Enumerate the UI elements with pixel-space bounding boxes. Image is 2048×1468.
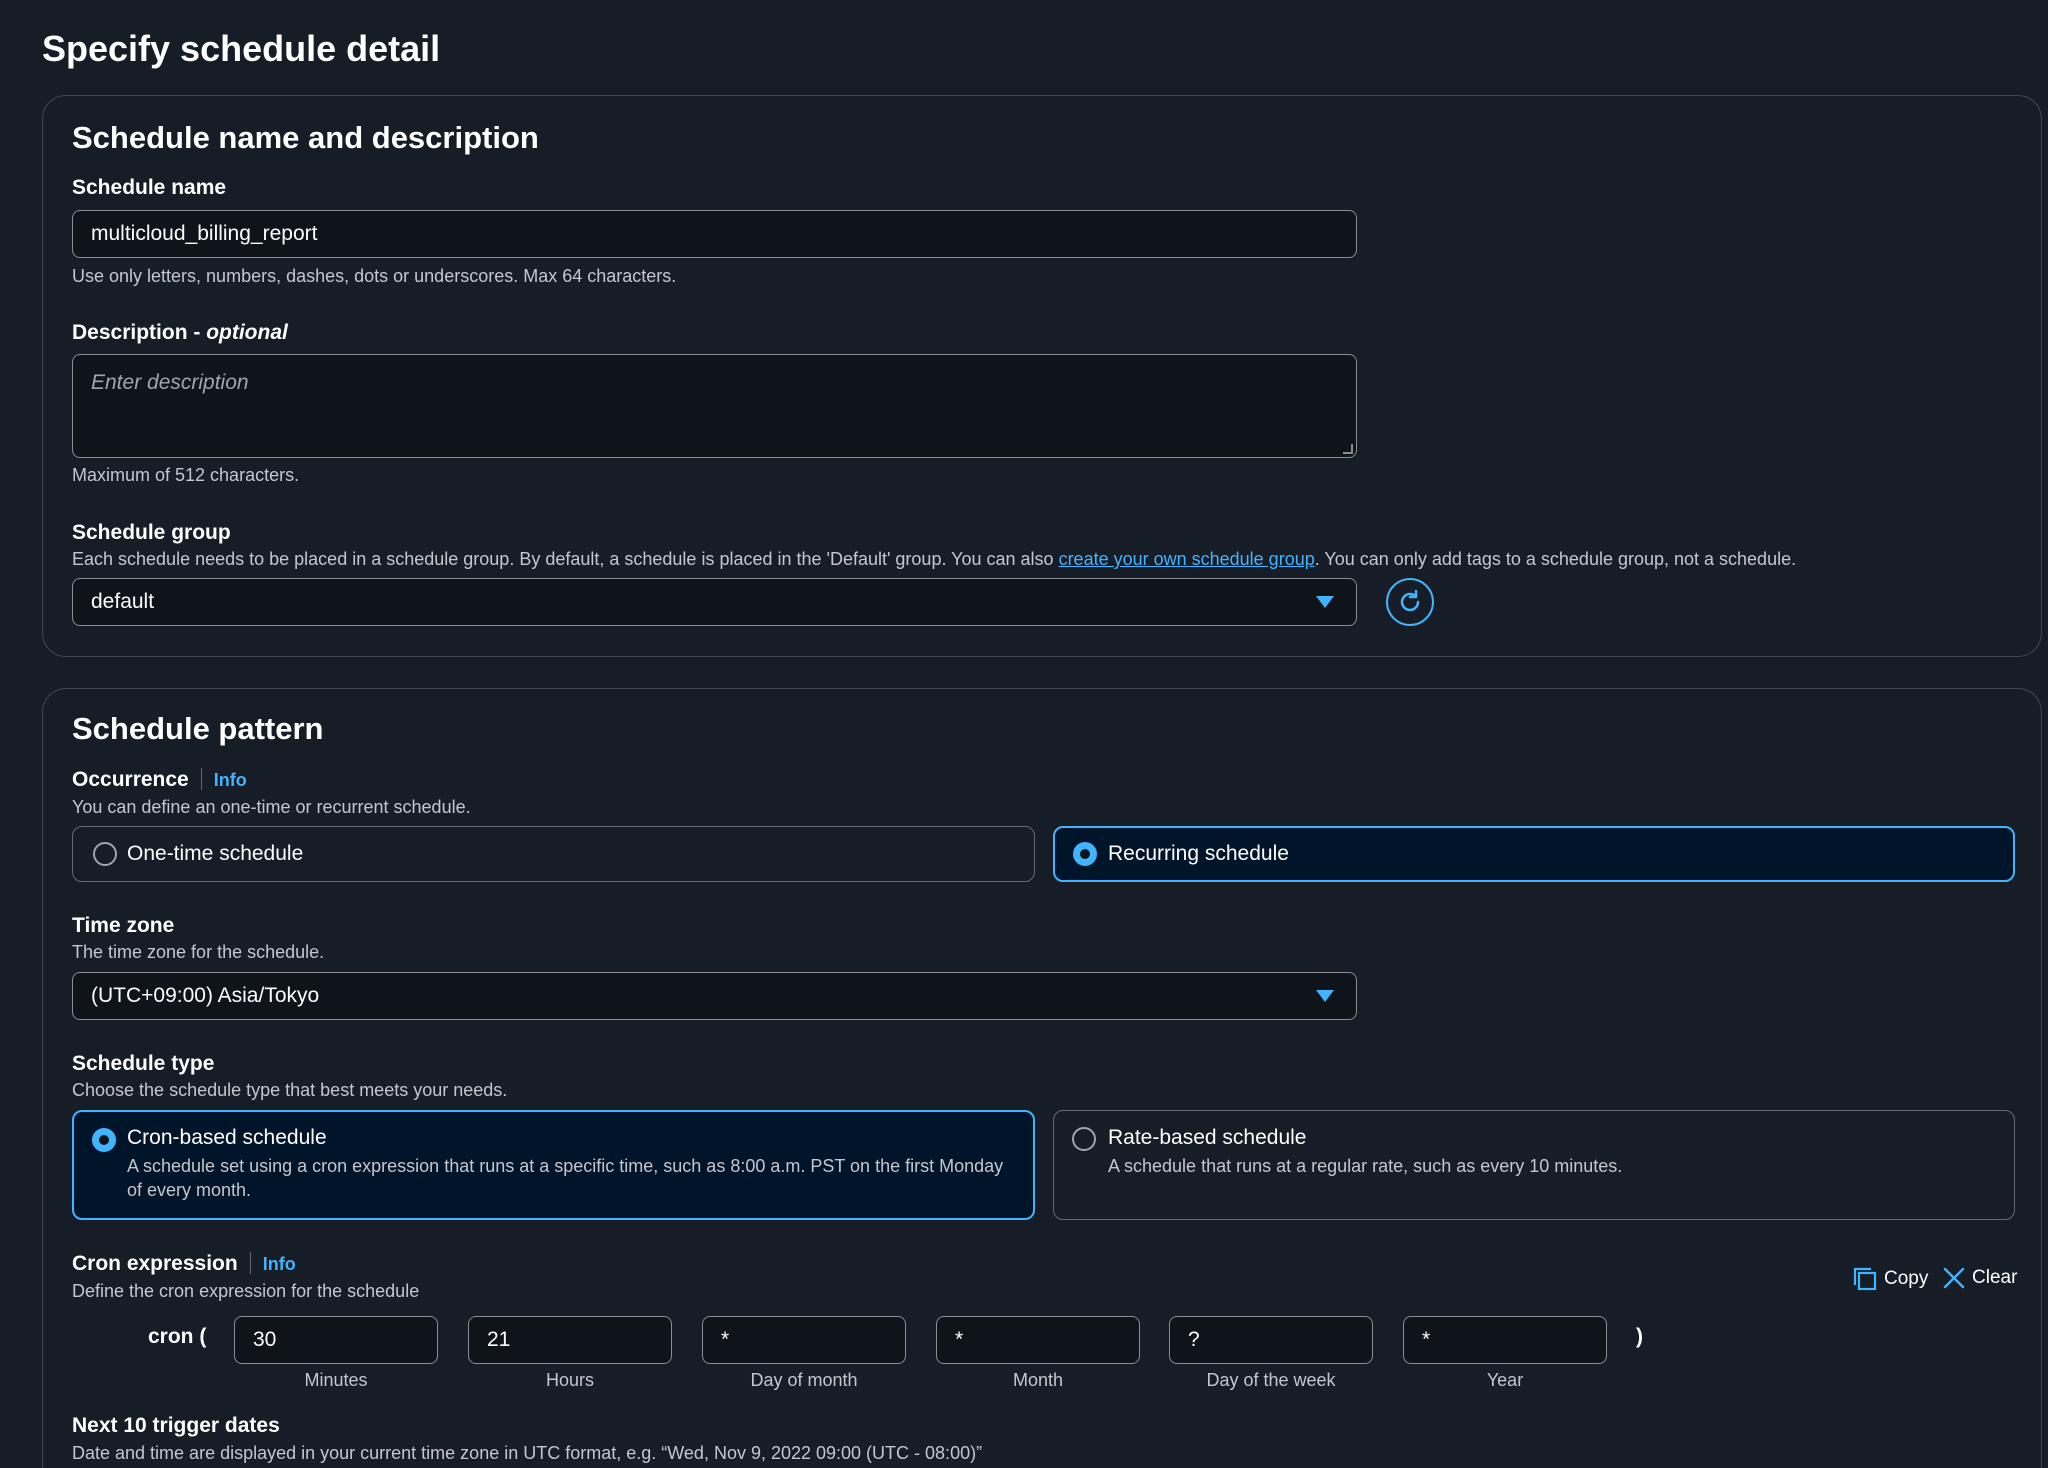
page: Specify schedule detail Schedule name an… [0,0,2048,1468]
schedule-group-value: default [91,590,155,613]
cron-hours-value: 21 [487,1328,511,1351]
schedule-type-desc: Choose the schedule type that best meets… [72,1080,508,1100]
schedule-name-value: multicloud_billing_report [91,222,318,245]
cron-day-of-month-input[interactable]: * [702,1316,906,1364]
cron-day-of-week-value: ? [1188,1328,1200,1351]
rate-desc: A schedule that runs at a regular rate, … [1108,1156,1623,1176]
cron-minutes-input[interactable]: 30 [234,1316,438,1364]
next-trigger-dates-desc: Date and time are displayed in your curr… [72,1443,983,1463]
schedule-group-select[interactable]: default [72,578,1357,626]
description-placeholder: Enter description [91,371,249,394]
copy-icon [1853,1267,1877,1291]
cron-day-of-week-caption: Day of the week [1206,1370,1336,1390]
cron-day-of-month-caption: Day of month [750,1370,858,1390]
page-title: Specify schedule detail [42,28,441,69]
schedule-name-hint: Use only letters, numbers, dashes, dots … [72,266,677,286]
cron-month-value: * [955,1328,964,1351]
cron-desc: A schedule set using a cron expression t… [127,1156,1004,1200]
cron-hours-input[interactable]: 21 [468,1316,672,1364]
description-textarea[interactable]: Enter description [72,354,1357,458]
time-zone-desc: The time zone for the schedule. [72,942,325,962]
cron-month-caption: Month [1012,1370,1064,1390]
occurrence-info-link[interactable]: Info [214,770,247,790]
cron-expression-desc: Define the cron expression for the sched… [72,1281,420,1301]
schedule-name-label: Schedule name [72,176,227,199]
create-schedule-group-link[interactable]: create your own schedule group [1059,549,1315,569]
refresh-button[interactable] [1386,578,1434,626]
copy-button[interactable]: Copy [1852,1266,1928,1292]
schedule-group-desc-before: Each schedule needs to be placed in a sc… [72,549,1059,569]
occurrence-header: Occurrence Info [72,768,247,792]
section-heading-pattern: Schedule pattern [72,711,324,746]
cron-year-caption: Year [1486,1370,1524,1390]
description-label-text: Description - [72,321,207,344]
cron-info-link[interactable]: Info [263,1254,296,1274]
time-zone-value: (UTC+09:00) Asia/Tokyo [91,984,320,1007]
one-time-schedule-option[interactable]: One-time schedule [72,826,1035,882]
refresh-icon [1400,589,1420,612]
schedule-group-label: Schedule group [72,521,231,544]
description-optional: optional [206,321,288,344]
schedule-group-desc: Each schedule needs to be placed in a sc… [72,549,1796,570]
cron-suffix: ) [1636,1325,1643,1348]
caret-down-icon [1316,990,1334,1002]
one-time-label: One-time schedule [127,842,304,865]
cron-prefix: cron ( [148,1325,207,1348]
next-trigger-dates-label: Next 10 trigger dates [72,1414,280,1437]
resize-handle-icon[interactable] [1343,444,1353,454]
clear-label: Clear [1972,1267,2018,1288]
occurrence-label: Occurrence [72,768,189,791]
cron-year-value: * [1422,1328,1431,1351]
cron-expression-label: Cron expression [72,1252,238,1275]
cron-month-input[interactable]: * [936,1316,1140,1364]
time-zone-select[interactable]: (UTC+09:00) Asia/Tokyo [72,972,1357,1020]
schedule-name-input[interactable]: multicloud_billing_report [72,210,1357,258]
description-label: Description - optional [72,321,288,345]
rate-radio[interactable] [1072,1127,1096,1151]
caret-down-icon [1316,596,1334,608]
schedule-group-desc-after: . You can only add tags to a schedule gr… [1314,549,1797,569]
cron-year-input[interactable]: * [1403,1316,1607,1364]
cron-based-schedule-option[interactable]: Cron-based schedule A schedule set using… [72,1110,1035,1220]
recurring-radio[interactable] [1073,842,1097,866]
cron-minutes-value: 30 [253,1328,277,1351]
recurring-label: Recurring schedule [1108,842,1289,865]
time-zone-label: Time zone [72,914,175,937]
one-time-radio[interactable] [93,842,117,866]
cron-day-of-week-input[interactable]: ? [1169,1316,1373,1364]
clear-button[interactable]: Clear [1942,1266,2017,1290]
description-hint: Maximum of 512 characters. [72,465,300,485]
cron-minutes-caption: Minutes [304,1370,368,1390]
close-icon [1943,1267,1965,1289]
rate-title: Rate-based schedule [1108,1126,1307,1149]
cron-day-of-month-value: * [721,1328,730,1351]
occurrence-desc: You can define an one-time or recurrent … [72,797,471,817]
cron-title: Cron-based schedule [127,1126,327,1149]
rate-based-schedule-option[interactable]: Rate-based schedule A schedule that runs… [1053,1110,2015,1220]
cron-hours-caption: Hours [545,1370,594,1390]
recurring-schedule-option[interactable]: Recurring schedule [1053,826,2015,882]
cron-radio[interactable] [92,1128,116,1152]
section-heading-name: Schedule name and description [72,120,539,155]
cron-expression-header: Cron expression Info [72,1252,296,1276]
copy-label: Copy [1884,1268,1929,1289]
schedule-type-label: Schedule type [72,1052,215,1075]
